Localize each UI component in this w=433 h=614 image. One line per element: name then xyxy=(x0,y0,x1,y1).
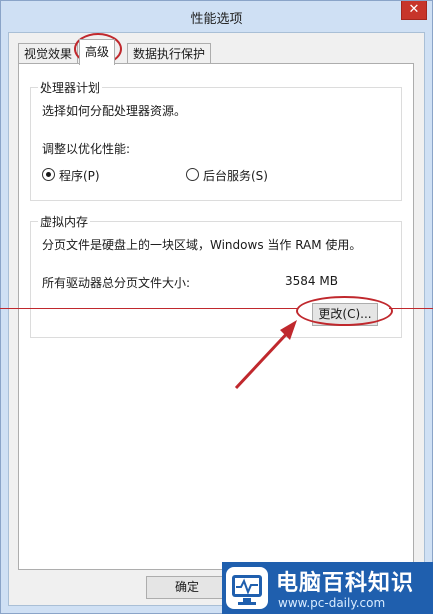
annotation-arrow xyxy=(234,320,297,390)
tab-advanced[interactable]: 高级 xyxy=(79,39,116,65)
pc-monitor-logo-icon xyxy=(226,567,268,609)
watermark-banner: 电脑百科知识 www.pc-daily.com xyxy=(222,562,433,614)
watermark-url: www.pc-daily.com xyxy=(278,596,386,610)
watermark-name: 电脑百科知识 xyxy=(276,571,415,596)
